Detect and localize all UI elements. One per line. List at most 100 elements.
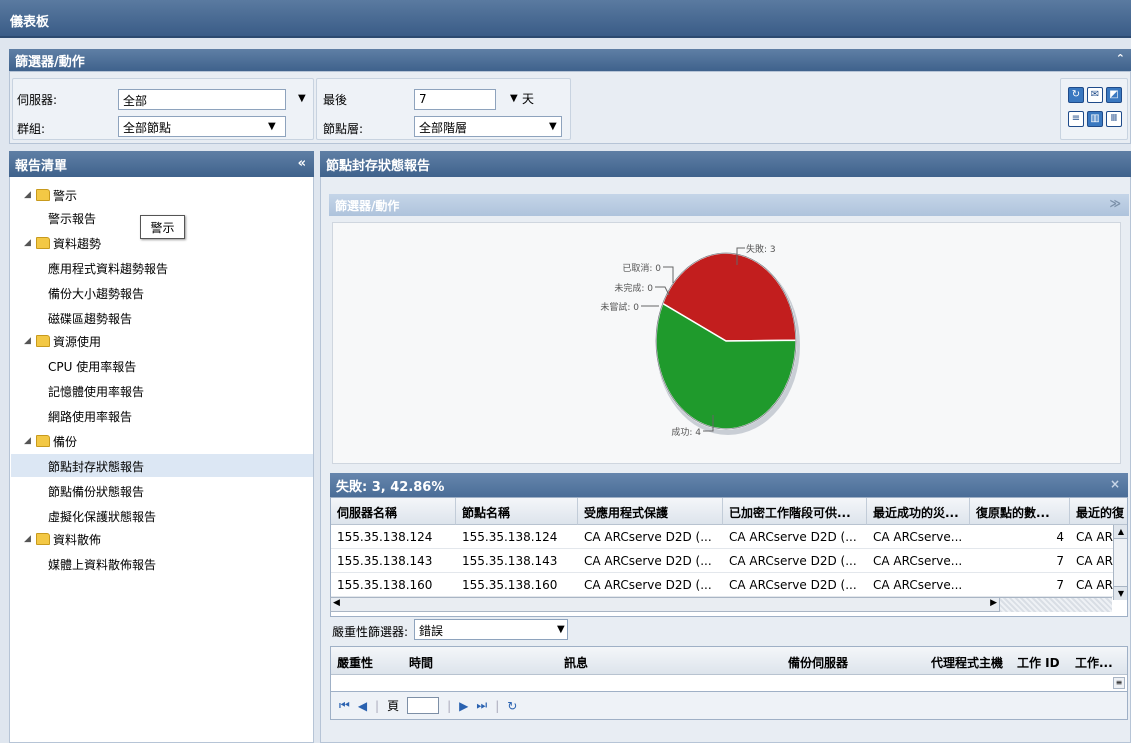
log-scroll-icon[interactable]: ≡ — [1113, 677, 1125, 689]
server-select[interactable]: 全部 — [118, 89, 286, 110]
folder-data-trend[interactable]: ◢ 資料趨勢 — [24, 232, 101, 254]
folder-icon — [36, 237, 50, 249]
report-item[interactable]: 網路使用率報告 — [48, 405, 132, 427]
expand-triangle-icon[interactable]: ◢ — [24, 436, 34, 446]
report-item[interactable]: 警示報告 — [48, 207, 96, 229]
table-row[interactable]: 155.35.138.124 155.35.138.124 CA ARCserv… — [331, 525, 1113, 549]
column-header[interactable]: 復原點的數... — [970, 498, 1070, 525]
report-item[interactable]: 磁碟區趨勢報告 — [48, 307, 132, 329]
folder-label: 資料散佈 — [53, 532, 102, 547]
severity-filter-select[interactable]: 錯誤 — [414, 619, 568, 640]
report-item-selected[interactable]: 節點封存狀態報告 — [48, 455, 144, 477]
scroll-down-icon[interactable]: ▼ — [1114, 586, 1127, 600]
cell-app: CA ARCserve D2D (... — [578, 549, 723, 573]
column-header[interactable]: 伺服器名稱 — [331, 498, 456, 525]
report-list-title: 報告清單 — [15, 158, 68, 174]
report-item[interactable]: 記憶體使用率報告 — [48, 380, 144, 402]
column-header[interactable]: 時間 — [403, 647, 558, 675]
group-select[interactable]: 全部節點 — [118, 116, 286, 137]
next-page-icon[interactable]: ▶ — [459, 699, 468, 713]
close-icon[interactable]: × — [1110, 477, 1120, 491]
expand-triangle-icon[interactable]: ◢ — [24, 534, 34, 544]
report-item[interactable]: 備份大小趨勢報告 — [48, 282, 144, 304]
scroll-up-icon[interactable]: ▲ — [1114, 525, 1127, 539]
page-number-input[interactable] — [407, 697, 440, 714]
failed-grid-header: 失敗: 3, 42.86% × — [330, 473, 1128, 497]
folder-label: 資料趨勢 — [53, 236, 102, 251]
folder-icon — [36, 435, 50, 447]
export-icon[interactable]: ◩ — [1106, 87, 1122, 103]
inner-filter-title: 篩選器/動作 — [335, 198, 400, 213]
column-header[interactable]: 受應用程式保護 — [578, 498, 723, 525]
last-days-input[interactable]: 7 — [414, 89, 496, 110]
pie-label-0: 失敗: 3 — [746, 243, 776, 255]
column-header[interactable]: 節點名稱 — [456, 498, 578, 525]
scroll-right-icon[interactable]: ▶ — [990, 598, 997, 608]
column-header[interactable]: 已加密工作階段可供... — [723, 498, 867, 525]
report-item[interactable]: 節點備份狀態報告 — [48, 480, 144, 502]
list-view-icon[interactable]: ≡ — [1068, 111, 1084, 127]
column-header[interactable]: 最近成功的災... — [867, 498, 970, 525]
folder-backup[interactable]: ◢ 備份 — [24, 430, 77, 452]
vertical-scrollbar[interactable]: ▲ ▼ — [1113, 525, 1127, 600]
report-list-tree: ◢ 警示 警示報告 ◢ 資料趨勢 應用程式資料趨勢報告 備份大小趨勢報告 磁碟區… — [9, 177, 314, 743]
column-header[interactable]: 最近的復 — [1070, 498, 1127, 525]
column-header[interactable]: 代理程式主機 — [904, 647, 1011, 675]
folder-alerts[interactable]: ◢ 警示 — [24, 184, 77, 206]
report-title: 節點封存狀態報告 — [326, 158, 431, 174]
table-row[interactable]: 155.35.138.160 155.35.138.160 CA ARCserv… — [331, 573, 1113, 597]
collapse-left-icon[interactable]: « — [298, 156, 306, 171]
cell-encrypted: CA ARCserve D2D (... — [723, 573, 867, 597]
folder-data-distribution[interactable]: ◢ 資料散佈 — [24, 528, 101, 550]
column-header[interactable]: 工作... — [1069, 647, 1127, 675]
cell-encrypted: CA ARCserve D2D (... — [723, 549, 867, 573]
collapse-up-icon[interactable]: ⌃ — [1116, 52, 1125, 65]
tier-dropdown-icon[interactable]: ▼ — [549, 121, 557, 132]
report-item[interactable]: 應用程式資料趨勢報告 — [48, 257, 168, 279]
severity-dropdown-icon[interactable]: ▼ — [557, 624, 565, 635]
cell-recovery-points: 7 — [970, 549, 1070, 573]
two-column-icon[interactable]: ▥ — [1087, 111, 1103, 127]
report-item[interactable]: 媒體上資料散佈報告 — [48, 553, 156, 575]
server-dropdown-icon[interactable]: ▼ — [298, 93, 306, 104]
expand-triangle-icon[interactable]: ◢ — [24, 190, 34, 200]
cell-app: CA ARCserve D2D (... — [578, 525, 723, 549]
cell-node: 155.35.138.143 — [456, 549, 578, 573]
column-header[interactable]: 工作 ID — [1011, 647, 1069, 675]
refresh-icon[interactable]: ↻ — [1068, 87, 1084, 103]
cell-recent: CA AR — [1070, 525, 1113, 549]
first-page-icon[interactable]: ⏮ — [339, 698, 350, 713]
expand-triangle-icon[interactable]: ◢ — [24, 336, 34, 346]
expand-triangle-icon[interactable]: ◢ — [24, 238, 34, 248]
tier-select[interactable]: 全部階層 — [414, 116, 562, 137]
page-label: 頁 — [387, 699, 400, 713]
folder-resource-usage[interactable]: ◢ 資源使用 — [24, 330, 101, 352]
inner-filter-header[interactable]: 篩選器/動作 ≫ — [329, 194, 1129, 216]
refresh-icon[interactable]: ↻ — [507, 699, 517, 713]
filter-section-header[interactable]: 篩選器/動作 ⌃ — [9, 49, 1131, 71]
table-row[interactable]: 155.35.138.143 155.35.138.143 CA ARCserv… — [331, 549, 1113, 573]
group-dropdown-icon[interactable]: ▼ — [268, 121, 276, 132]
last-page-icon[interactable]: ⏭ — [476, 698, 487, 713]
cell-recent-dr: CA ARCserve... — [867, 549, 970, 573]
failed-summary: 失敗: 3, 42.86% — [336, 479, 445, 495]
email-icon[interactable]: ✉ — [1087, 87, 1103, 103]
prev-page-icon[interactable]: ◀ — [358, 699, 367, 713]
leader-line-2 — [663, 266, 674, 283]
report-item[interactable]: CPU 使用率報告 — [48, 355, 136, 377]
group-label: 群組: — [17, 122, 46, 136]
expand-down-icon[interactable]: ≫ — [1109, 197, 1121, 210]
cell-server: 155.35.138.143 — [331, 549, 456, 573]
three-column-icon[interactable]: Ⅲ — [1106, 111, 1122, 127]
server-label: 伺服器: — [17, 93, 58, 107]
folder-label: 資源使用 — [53, 334, 102, 349]
log-table: 嚴重性 時間 訊息 備份伺服器 代理程式主機 工作 ID 工作... ≡ — [330, 646, 1128, 692]
days-dropdown-icon[interactable]: ▼ — [510, 93, 518, 104]
column-header[interactable]: 備份伺服器 — [782, 647, 904, 675]
scroll-left-icon[interactable]: ◀ — [333, 598, 340, 608]
report-item[interactable]: 虛擬化保護狀態報告 — [48, 505, 156, 527]
horizontal-scrollbar[interactable]: ◀ ▶ — [330, 597, 1000, 612]
scroll-corner — [1000, 597, 1112, 612]
column-header[interactable]: 嚴重性 — [331, 647, 403, 675]
column-header[interactable]: 訊息 — [558, 647, 782, 675]
